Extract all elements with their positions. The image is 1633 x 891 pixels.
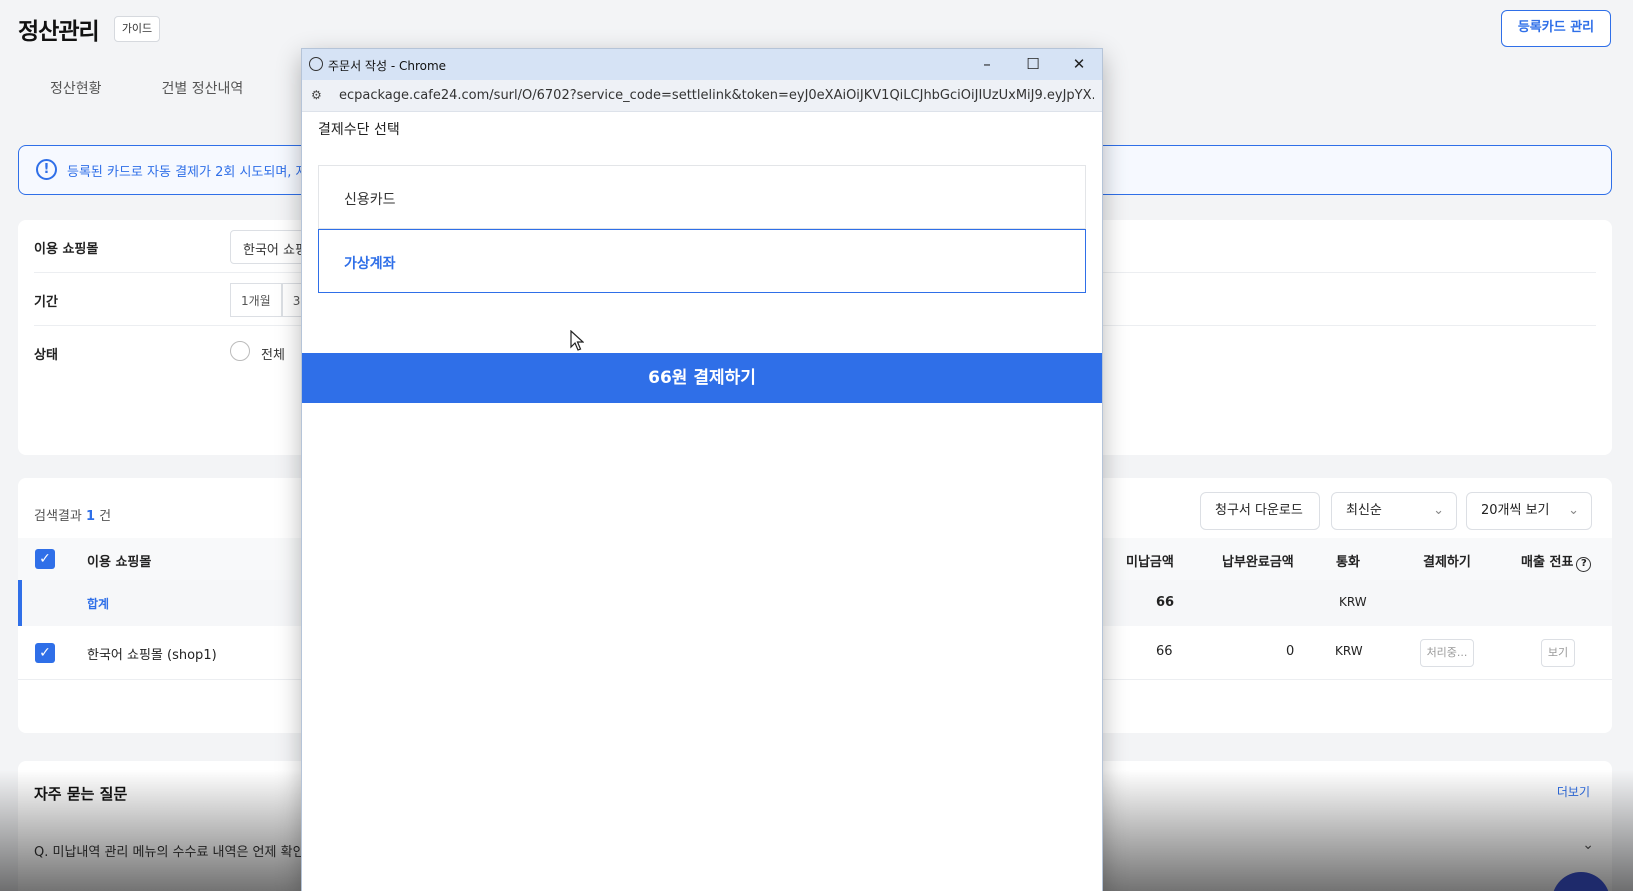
col-slip: 매출 전표? (1521, 551, 1592, 572)
sort-select[interactable]: 최신순 ⌄ (1331, 492, 1457, 530)
view-slip-button[interactable]: 보기 (1541, 639, 1575, 667)
period-label: 기간 (34, 295, 58, 310)
notice-text: 등록된 카드로 자동 결제가 2회 시도되며, 자동 (67, 165, 320, 180)
select-all-checkbox[interactable]: ✓ (35, 549, 55, 569)
row-unpaid: 66 (1156, 644, 1173, 659)
tab-settlement-status[interactable]: 정산현황 (18, 78, 132, 98)
result-count-prefix: 검색결과 (34, 509, 82, 524)
chevron-down-icon[interactable]: ⌄ (1582, 837, 1594, 853)
processing-button[interactable]: 처리중... (1420, 639, 1474, 667)
col-paid: 납부완료금액 (1222, 555, 1294, 570)
close-icon[interactable]: ✕ (1064, 53, 1094, 75)
sum-currency: KRW (1339, 595, 1367, 609)
status-all-radio[interactable] (230, 341, 250, 361)
row-currency: KRW (1335, 644, 1363, 658)
row-mall: 한국어 쇼핑몰 (shop1) (87, 648, 217, 663)
payment-option-credit-card[interactable]: 신용카드 (318, 165, 1086, 229)
faq-title: 자주 묻는 질문 (34, 785, 128, 803)
tab-bar: 정산현황 건별 정산내역 (18, 78, 273, 98)
pay-button[interactable]: 66원 결제하기 (302, 353, 1102, 403)
period-1month-button[interactable]: 1개월 (230, 283, 282, 317)
sum-unpaid: 66 (1156, 595, 1175, 610)
status-label: 상태 (34, 348, 58, 363)
window-title: 주문서 작성 - Chrome (328, 59, 447, 73)
window-titlebar[interactable]: 주문서 작성 - Chrome – ☐ ✕ (302, 49, 1102, 80)
sort-value: 최신순 (1346, 503, 1382, 518)
chevron-down-icon: ⌄ (1433, 503, 1444, 518)
col-mall: 이용 쇼핑몰 (87, 555, 152, 570)
result-count: 검색결과 1 건 (34, 505, 111, 524)
col-currency: 통화 (1336, 555, 1360, 570)
tab-settlement-history[interactable]: 건별 정산내역 (132, 78, 274, 98)
mall-label: 이용 쇼핑몰 (34, 242, 99, 257)
status-all-label: 전체 (261, 348, 285, 363)
invoice-download-label: 청구서 다운로드 (1215, 503, 1303, 518)
site-settings-icon[interactable]: ⚙ (311, 88, 322, 102)
col-unpaid: 미납금액 (1126, 555, 1174, 570)
info-icon: ! (36, 159, 57, 180)
maximize-icon[interactable]: ☐ (1018, 53, 1048, 75)
faq-question[interactable]: Q. 미납내역 관리 메뉴의 수수료 내역은 언제 확인 (34, 841, 305, 860)
card-manage-button[interactable]: 등록카드 관리 (1501, 10, 1611, 47)
address-bar[interactable]: ⚙ ecpackage.cafe24.com/surl/O/6702?servi… (302, 80, 1102, 112)
chevron-down-icon: ⌄ (1568, 503, 1579, 518)
result-count-suffix: 건 (99, 509, 112, 524)
minimize-icon[interactable]: – (972, 53, 1002, 75)
col-pay: 결제하기 (1423, 555, 1471, 570)
page-size-value: 20개씩 보기 (1481, 503, 1550, 518)
row-checkbox[interactable]: ✓ (35, 643, 55, 663)
mouse-cursor-icon (570, 330, 584, 351)
invoice-download-button[interactable]: 청구서 다운로드 (1200, 492, 1320, 530)
url-text[interactable]: ecpackage.cafe24.com/surl/O/6702?service… (339, 88, 1094, 103)
page-size-select[interactable]: 20개씩 보기 ⌄ (1466, 492, 1592, 530)
chrome-icon (309, 57, 323, 71)
col-slip-label: 매출 전표 (1521, 555, 1574, 570)
result-count-value: 1 (85, 509, 96, 524)
payment-option-virtual-account[interactable]: 가상계좌 (318, 229, 1086, 293)
page-title: 정산관리 (18, 19, 100, 45)
help-icon[interactable]: ? (1576, 557, 1592, 572)
row-paid: 0 (1286, 644, 1295, 659)
faq-more-link[interactable]: 더보기 (1557, 783, 1590, 800)
sum-label: 합계 (87, 597, 110, 611)
payment-method-list: 신용카드 가상계좌 (318, 165, 1086, 293)
payment-method-title: 결제수단 선택 (318, 122, 400, 138)
guide-button[interactable]: 가이드 (114, 16, 160, 42)
order-popup-window: 주문서 작성 - Chrome – ☐ ✕ ⚙ ecpackage.cafe24… (302, 49, 1102, 891)
